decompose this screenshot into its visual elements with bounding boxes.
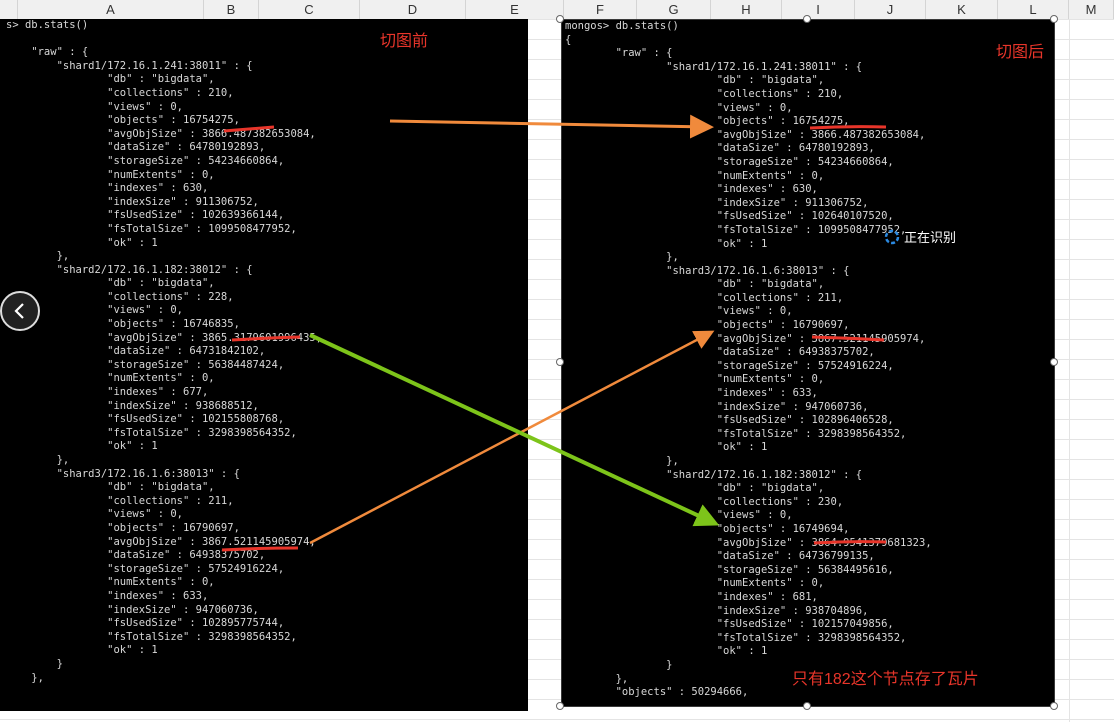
column-header-a[interactable]: A [18,0,204,19]
column-header-c[interactable]: C [259,0,360,19]
column-header-f[interactable]: F [564,0,637,19]
column-header-g[interactable]: G [637,0,711,19]
loading-spinner-icon [884,229,900,244]
grid-line [1069,19,1070,722]
resize-handle-bottom-right[interactable] [1050,702,1058,710]
column-header-d[interactable]: D [360,0,466,19]
column-header-i[interactable]: I [782,0,855,19]
terminal-output-before: s> db.stats() "raw" : { "shard1/172.16.1… [6,19,323,684]
column-header-j[interactable]: J [855,0,926,19]
column-header-e[interactable]: E [466,0,564,19]
column-header-b[interactable]: B [204,0,259,19]
resize-handle-middle-left[interactable] [556,358,564,366]
resize-handle-top-right[interactable] [1050,15,1058,23]
label-before-cut: 切图前 [380,33,429,50]
terminal-screenshot-after[interactable]: mongos> db.stats() { "raw" : { "shard1/1… [561,19,1055,707]
ocr-status: 正在识别 [884,227,956,246]
resize-handle-bottom-left[interactable] [556,702,564,710]
chevron-left-icon [14,303,24,319]
resize-handle-bottom-center[interactable] [803,702,811,710]
label-note-182: 只有182这个节点存了瓦片 [792,671,979,688]
column-header-k[interactable]: K [926,0,998,19]
ocr-status-text: 正在识别 [904,230,957,245]
resize-handle-top-center[interactable] [803,15,811,23]
previous-image-button[interactable] [0,291,40,331]
label-after-cut: 切图后 [996,44,1045,61]
resize-handle-top-left[interactable] [556,15,564,23]
terminal-output-after: mongos> db.stats() { "raw" : { "shard1/1… [565,20,932,699]
resize-handle-middle-right[interactable] [1050,358,1058,366]
column-header-l[interactable]: L [998,0,1069,19]
terminal-screenshot-before[interactable]: s> db.stats() "raw" : { "shard1/172.16.1… [0,19,528,711]
column-header-h[interactable]: H [711,0,782,19]
select-all-corner[interactable] [0,0,18,19]
column-header-m[interactable]: M [1069,0,1114,19]
